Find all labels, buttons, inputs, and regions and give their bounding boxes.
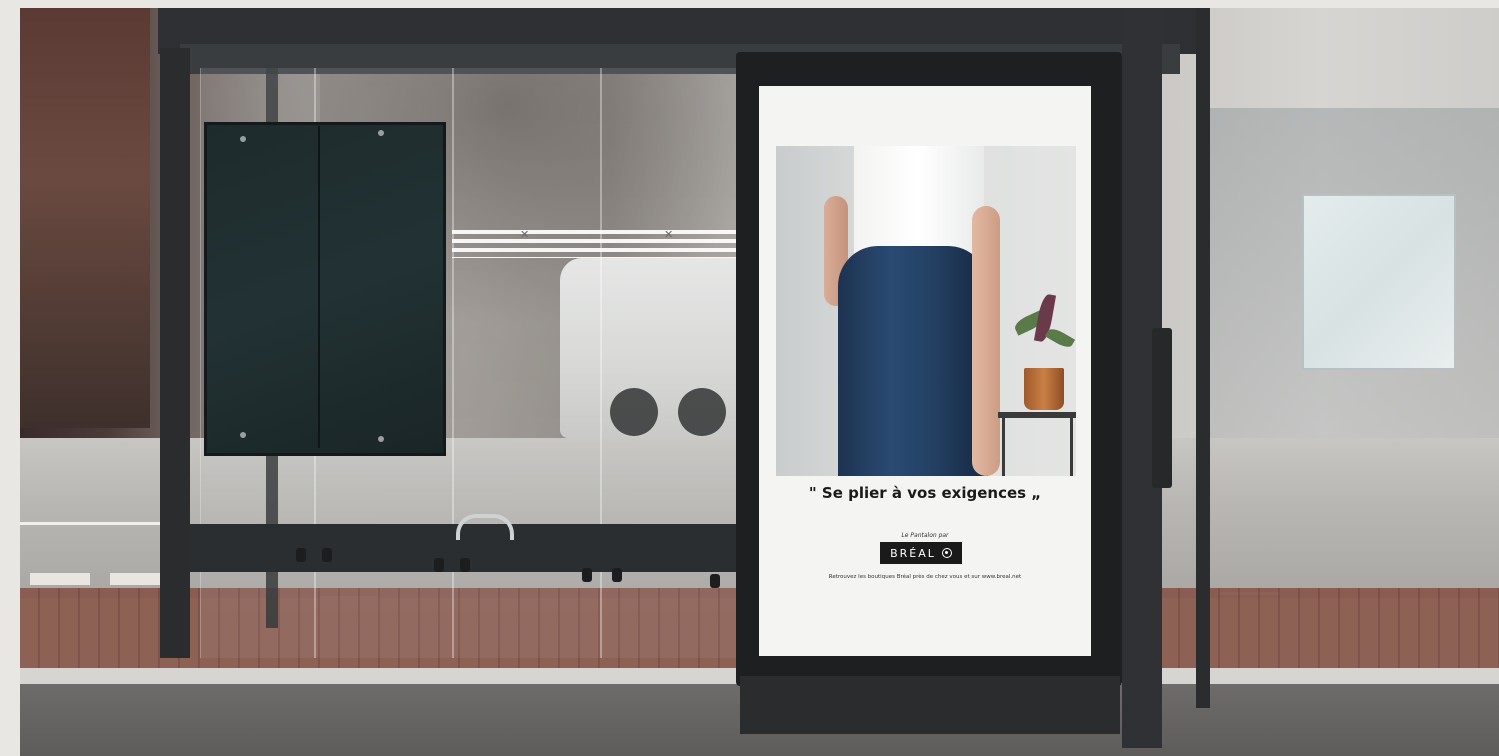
poster-slogan: " Se plier à vos exigences „ [808,484,1042,502]
glass-band-x-mark: ✕ [520,228,530,241]
bench-knob [612,568,622,582]
plant-leaf [1044,325,1076,351]
bench-rail [456,514,514,540]
bench-knob [710,574,720,588]
poster-brand-logo: BRÉAL [880,542,962,564]
plant-stand [998,412,1076,418]
plant-pot [1024,368,1064,410]
circle-dot-icon [941,548,952,558]
poster-brand-tagline: Le Pantalon par [901,532,949,539]
bench-knob [460,558,470,572]
info-board-divider [318,126,320,448]
shelter-post-left [160,48,190,658]
road-marking [20,522,160,525]
bench-knob [322,548,332,562]
bench-knob [582,568,592,582]
shelter-post-right [1196,8,1210,708]
glass-safety-band [452,230,736,258]
shelter-post-handle [1152,328,1172,488]
model-jeans [838,246,988,476]
bolt [240,432,246,438]
bench-knob [434,558,444,572]
plant-stand-leg [1002,418,1005,476]
poster-photo [776,146,1076,476]
crossing-stripe [30,573,90,585]
plant-stand-leg [1070,418,1073,476]
bolt [378,130,384,136]
brand-name: BRÉAL [890,546,936,560]
bolt [240,136,246,142]
model-arm [972,206,1000,476]
background-brick-building [20,8,150,428]
glass-band-x-mark: ✕ [664,228,674,241]
bolt [378,436,384,442]
poster-footer: Retrouvez les boutiques Bréal près de ch… [828,574,1022,580]
advertising-case-base [740,676,1120,734]
info-board [204,122,446,456]
bench-knob [296,548,306,562]
bus-shelter-scene: ✕ ✕ " Se plier à vos exigences „ Le Pant… [20,8,1499,756]
background-map-board [1302,194,1456,370]
